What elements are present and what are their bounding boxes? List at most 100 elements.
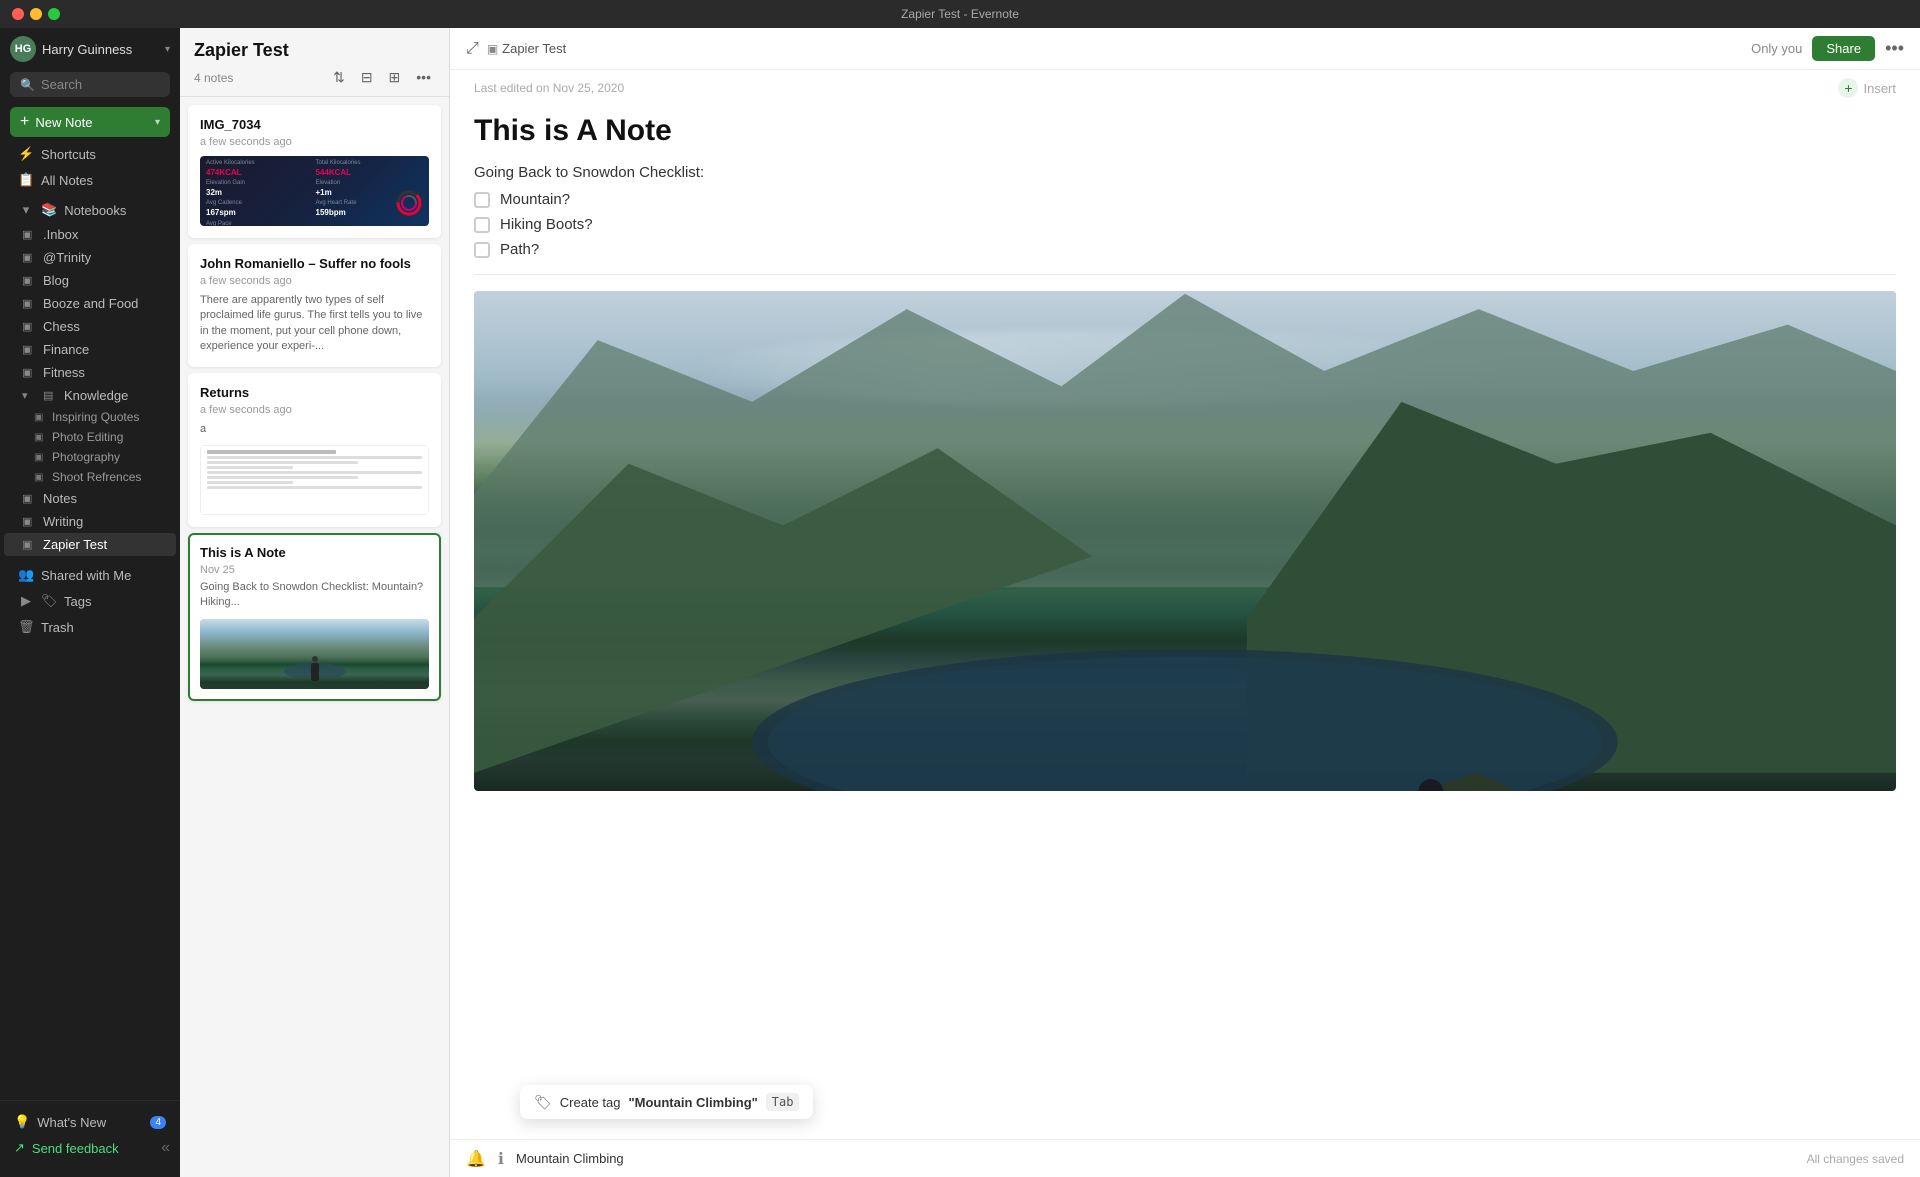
fitness-circle-chart — [395, 189, 423, 222]
minimize-button[interactable] — [30, 8, 42, 20]
close-button[interactable] — [12, 8, 24, 20]
note-card-title: IMG_7034 — [200, 117, 429, 132]
tag-suggestion-text: Create tag — [560, 1095, 621, 1110]
sidebar-item-photography[interactable]: ▣ Photography — [4, 447, 176, 467]
doc-line — [207, 476, 358, 479]
sidebar-item-zapier-test[interactable]: ▣ Zapier Test — [4, 533, 176, 556]
insert-icon: + — [1838, 78, 1858, 98]
info-icon[interactable]: ℹ — [498, 1149, 504, 1169]
checkbox-path[interactable] — [474, 242, 490, 258]
share-button[interactable]: Share — [1812, 36, 1875, 61]
note-card-thumbnail: Active Kilocalories 474KCAL Total Kiloca… — [200, 156, 429, 226]
note-card-title: This is A Note — [200, 545, 429, 560]
notebook-label: Knowledge — [64, 388, 128, 403]
sidebar-item-shoot-refrences[interactable]: ▣ Shoot Refrences — [4, 467, 176, 487]
expand-icon[interactable]: ⤢ — [466, 40, 479, 58]
sidebar-item-notebooks[interactable]: ▾ 📚 Notebooks — [4, 197, 176, 223]
sidebar-collapse-button[interactable]: « — [151, 1135, 180, 1161]
only-you-label: Only you — [1751, 41, 1802, 56]
checkbox-mountain[interactable] — [474, 192, 490, 208]
sidebar-item-finance[interactable]: ▣ Finance — [4, 338, 176, 361]
sort-button[interactable]: ⇅ — [329, 67, 349, 88]
notebook-icon: ▤ — [43, 389, 57, 402]
sidebar-item-knowledge[interactable]: ▾ ▤ Knowledge — [4, 384, 176, 407]
tag-suggestion-popup[interactable]: 🏷 Create tag "Mountain Climbing" Tab — [520, 1085, 813, 1119]
doc-line — [207, 486, 422, 489]
note-card-preview: There are apparently two types of self p… — [200, 293, 429, 355]
notebook-label: Shoot Refrences — [52, 470, 141, 484]
tags-label: Tags — [64, 594, 91, 609]
notebook-label: Photo Editing — [52, 430, 123, 444]
toolbar-right: Only you Share ••• — [1751, 36, 1904, 61]
doc-line — [207, 456, 422, 459]
more-options-button[interactable]: ••• — [412, 67, 435, 88]
bell-icon[interactable]: 🔔 — [466, 1149, 486, 1169]
sidebar-item-booze-food[interactable]: ▣ Booze and Food — [4, 292, 176, 315]
sidebar-item-blog[interactable]: ▣ Blog — [4, 269, 176, 292]
notes-list: IMG_7034 a few seconds ago Active Kiloca… — [180, 97, 449, 1177]
sidebar-item-shared[interactable]: 👥 Shared with Me — [4, 562, 176, 588]
sidebar-item-all-notes[interactable]: 📋 All Notes — [4, 167, 176, 193]
doc-title-line — [207, 450, 336, 454]
checkbox-hiking-boots[interactable] — [474, 217, 490, 233]
search-bar[interactable]: 🔍 Search — [10, 72, 170, 97]
notebook-icon: ▣ — [22, 274, 36, 287]
note-card-john-romaniello[interactable]: John Romaniello – Suffer no fools a few … — [188, 244, 441, 367]
editor-image — [474, 291, 1896, 791]
sidebar-item-writing[interactable]: ▣ Writing — [4, 510, 176, 533]
editor-content[interactable]: This is A Note Going Back to Snowdon Che… — [450, 102, 1920, 1139]
notebook-breadcrumb[interactable]: ▣ Zapier Test — [487, 41, 566, 56]
notebook-icon: ▣ — [34, 412, 46, 423]
checklist-item-label: Mountain? — [500, 191, 570, 208]
notes-panel-meta: 4 notes ⇅ ⊟ ⊞ ••• — [194, 67, 435, 88]
sidebar-item-inbox[interactable]: ▣ .Inbox — [4, 223, 176, 246]
notebook-label: @Trinity — [43, 250, 91, 265]
sidebar-item-fitness[interactable]: ▣ Fitness — [4, 361, 176, 384]
tag-input[interactable] — [516, 1151, 1795, 1166]
sidebar-item-chess[interactable]: ▣ Chess — [4, 315, 176, 338]
insert-button[interactable]: + Insert — [1838, 78, 1896, 98]
sidebar-item-inspiring-quotes[interactable]: ▣ Inspiring Quotes — [4, 407, 176, 427]
filter-button[interactable]: ⊟ — [357, 67, 377, 88]
notebook-label: Blog — [43, 273, 69, 288]
tag-suggestion-name: "Mountain Climbing" — [628, 1095, 757, 1110]
chevron-down-icon: ▾ — [155, 117, 160, 128]
all-notes-icon: 📋 — [18, 172, 34, 188]
checklist-item-mountain: Mountain? — [474, 191, 1896, 208]
notebook-icon: ▣ — [22, 251, 36, 264]
whats-new-item[interactable]: 💡 What's New 4 — [0, 1109, 180, 1135]
fitness-thumbnail: Active Kilocalories 474KCAL Total Kiloca… — [200, 156, 429, 226]
notebook-label: Fitness — [43, 365, 85, 380]
note-card-title: Returns — [200, 385, 429, 400]
stat-active-kcal: Active Kilocalories 474KCAL — [206, 160, 314, 178]
sidebar-item-trinity[interactable]: ▣ @Trinity — [4, 246, 176, 269]
sidebar-item-trash[interactable]: 🗑 Trash — [4, 614, 176, 640]
note-card-img7034[interactable]: IMG_7034 a few seconds ago Active Kiloca… — [188, 105, 441, 238]
notes-panel-actions: ⇅ ⊟ ⊞ ••• — [329, 67, 435, 88]
user-profile[interactable]: HG Harry Guinness ▾ — [0, 28, 180, 66]
send-feedback-item[interactable]: ↗ Send feedback — [0, 1135, 133, 1161]
maximize-button[interactable] — [48, 8, 60, 20]
sidebar-item-tags[interactable]: ▶ 🏷 Tags — [4, 588, 176, 614]
notebook-label: Notes — [43, 491, 77, 506]
tag-icon: 🏷 — [534, 1094, 552, 1111]
content-divider — [474, 274, 1896, 275]
whats-new-label: What's New — [37, 1115, 106, 1130]
stat-elevation-gain: Elevation Gain 32m — [206, 180, 314, 198]
editor-toolbar: ⤢ ▣ Zapier Test Only you Share ••• — [450, 28, 1920, 70]
notebook-label: Zapier Test — [43, 537, 107, 552]
sidebar-item-shortcuts[interactable]: ⚡ Shortcuts — [4, 141, 176, 167]
trash-icon: 🗑 — [18, 619, 34, 635]
more-options-button[interactable]: ••• — [1885, 38, 1904, 59]
notebook-icon: ▣ — [22, 343, 36, 356]
sidebar-item-notes[interactable]: ▣ Notes — [4, 487, 176, 510]
note-card-this-is-a-note[interactable]: This is A Note Nov 25 Going Back to Snow… — [188, 533, 441, 701]
notebook-icon: ▣ — [34, 432, 46, 443]
view-toggle-button[interactable]: ⊞ — [385, 67, 405, 88]
new-note-button[interactable]: + New Note ▾ — [10, 107, 170, 137]
search-placeholder: Search — [41, 77, 82, 92]
sidebar-item-photo-editing[interactable]: ▣ Photo Editing — [4, 427, 176, 447]
note-card-returns[interactable]: Returns a few seconds ago a — [188, 373, 441, 527]
note-card-preview: Going Back to Snowdon Checklist: Mountai… — [200, 580, 429, 611]
tags-icon: 🏷 — [41, 593, 57, 609]
